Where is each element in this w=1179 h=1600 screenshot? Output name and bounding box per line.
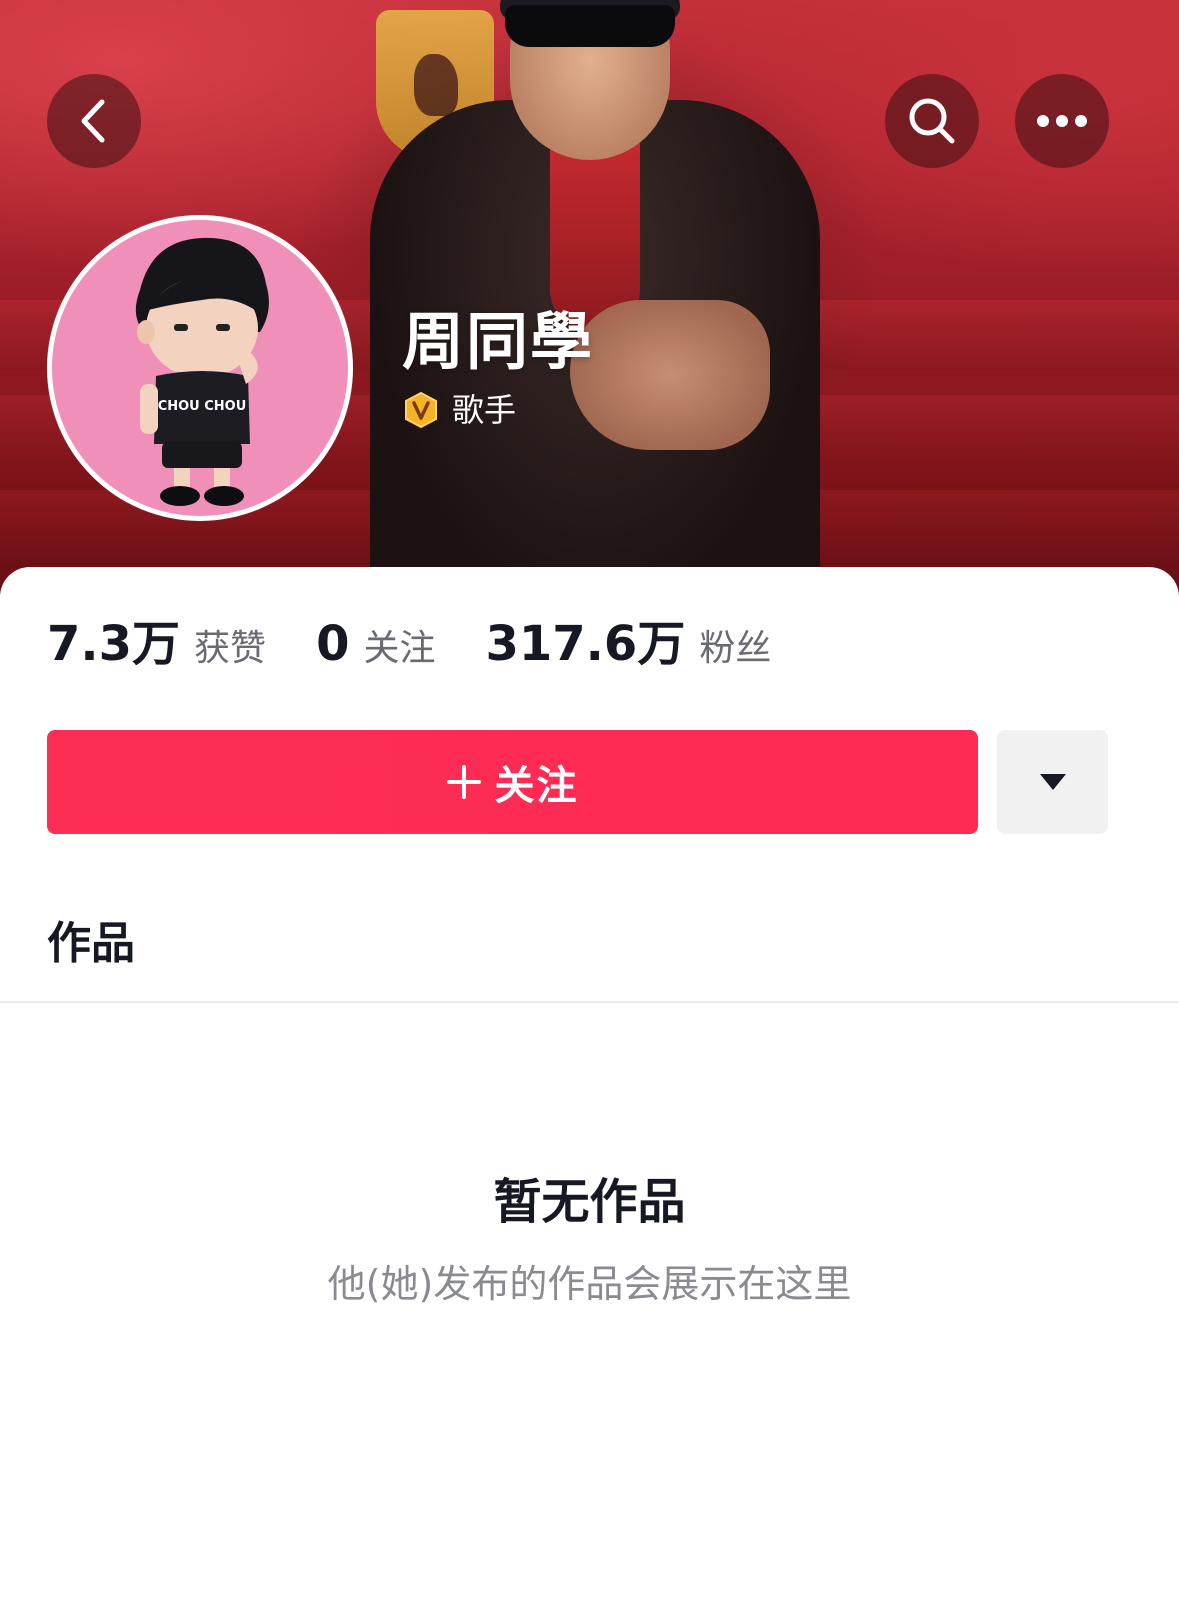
profile-name: 周同學: [402, 305, 595, 378]
tab-divider: [0, 1001, 1179, 1003]
avatar-image: CHOU CHOU: [52, 220, 348, 516]
avatar[interactable]: CHOU CHOU: [47, 215, 353, 521]
plus-icon: [446, 765, 481, 799]
following-label: 关注: [363, 628, 436, 669]
tab-works[interactable]: 作品: [47, 912, 135, 976]
search-icon: [909, 98, 955, 144]
more-horizontal-icon: [1037, 115, 1087, 127]
more-button[interactable]: [1015, 74, 1109, 168]
likes-label: 获赞: [194, 628, 267, 669]
caret-down-icon: [1039, 774, 1066, 790]
follow-label: 关注: [494, 763, 579, 809]
person-sunglasses: [505, 5, 675, 47]
profile-title: 歌手: [452, 391, 517, 429]
recommend-dropdown-button[interactable]: [997, 730, 1108, 834]
stats-row: 7.3万 获赞 0 关注 317.6万 粉丝: [47, 612, 821, 681]
verified-title: 歌手: [402, 390, 516, 430]
avatar-shirt-print: CHOU CHOU: [158, 399, 247, 414]
back-button[interactable]: [47, 74, 141, 168]
followers-label: 粉丝: [699, 628, 772, 669]
stat-followers[interactable]: 317.6万 粉丝: [485, 612, 771, 681]
empty-state-title: 暂无作品: [493, 1174, 686, 1230]
profile-page: CHOU CHOU 周同學 歌手 7.3万 获赞 0 关注 317.6万 粉丝 …: [0, 0, 1179, 1600]
search-button[interactable]: [885, 74, 979, 168]
chevron-left-icon: [81, 99, 105, 143]
chibi-figure-icon: CHOU CHOU: [135, 237, 269, 506]
person-hands: [570, 300, 770, 450]
following-count: 0: [316, 616, 350, 672]
empty-state-subtitle: 他(她)发布的作品会展示在这里: [327, 1262, 852, 1306]
stat-likes[interactable]: 7.3万 获赞: [47, 612, 266, 681]
stat-following[interactable]: 0 关注: [316, 612, 435, 681]
profile-sheet: [0, 567, 1179, 1600]
verified-v-badge-icon: [405, 391, 437, 429]
followers-count: 317.6万: [485, 616, 686, 672]
follow-button[interactable]: 关注: [47, 730, 978, 834]
likes-count: 7.3万: [47, 616, 181, 672]
